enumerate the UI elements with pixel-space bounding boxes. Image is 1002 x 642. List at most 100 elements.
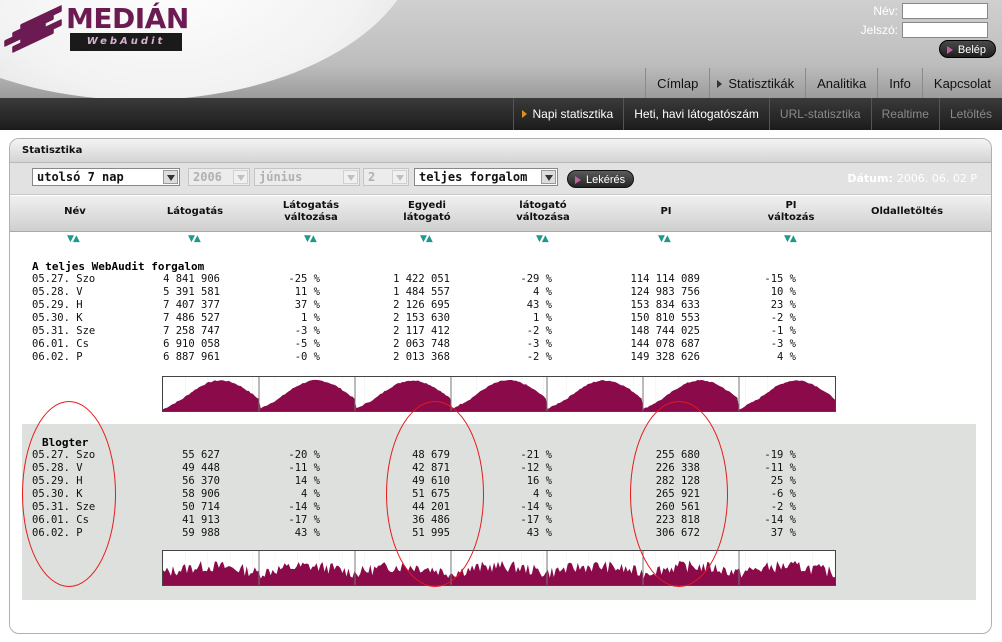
sort-latogatas-valtozasa-icon[interactable]: ▼▲ xyxy=(304,234,317,244)
cell-pi-change: -3 % xyxy=(770,338,796,350)
cell-pi: 223 818 xyxy=(655,514,700,526)
sparkline-svg xyxy=(163,551,835,585)
day-select[interactable]: 2 xyxy=(363,168,409,186)
sort-nev-icon[interactable]: ▼▲ xyxy=(67,234,80,244)
cell-unique-change: -29 % xyxy=(520,273,552,285)
cell-date: 05.31. Sze xyxy=(32,501,96,513)
cell-unique-change: 43 % xyxy=(526,299,552,311)
cell-visits-change: 11 % xyxy=(294,286,320,298)
chevron-down-icon xyxy=(541,170,556,184)
cell-pi-change: -2 % xyxy=(770,312,796,324)
cell-date: 05.30. K xyxy=(32,312,83,324)
cell-visits: 49 448 xyxy=(182,462,220,474)
name-input[interactable] xyxy=(902,3,988,19)
cell-unique: 42 871 xyxy=(412,462,450,474)
cell-unique: 2 153 630 xyxy=(393,312,450,324)
subnav-letoltes[interactable]: Letöltés xyxy=(938,98,1002,130)
cell-date: 05.29. H xyxy=(32,299,83,311)
login-form: Név: Jelszó: Belép xyxy=(861,2,996,58)
col-latogatas[interactable]: Látogatás xyxy=(150,206,240,218)
cell-pi: 282 128 xyxy=(655,475,700,487)
cell-pi: 148 744 025 xyxy=(630,325,700,337)
cell-visits-change: 1 % xyxy=(301,312,320,324)
cell-pi: 265 921 xyxy=(655,488,700,500)
col-egyedi-latogato[interactable]: Egyedi látogató xyxy=(382,200,472,224)
table-row: 05.28. V 49 448 -11 % 42 871 -12 % 226 338 -11… xyxy=(22,462,976,475)
query-button[interactable]: Lekérés xyxy=(567,170,635,188)
cell-date: 05.27. Szo xyxy=(32,273,96,285)
scope-select[interactable]: teljes forgalom xyxy=(414,168,558,186)
sort-pi-icon[interactable]: ▼▲ xyxy=(658,234,671,244)
nav-kapcsolat[interactable]: Kapcsolat xyxy=(921,68,1002,98)
col-pi[interactable]: PI xyxy=(646,206,686,218)
cell-pi: 124 983 756 xyxy=(630,286,700,298)
cell-pi-change: 10 % xyxy=(770,286,796,298)
table-row: 05.31. Sze 7 258 747 -3 % 2 117 412 -2 % 148 … xyxy=(10,325,991,338)
cell-unique: 48 679 xyxy=(412,449,450,461)
sort-egyedi-latogato-icon[interactable]: ▼▲ xyxy=(420,234,433,244)
cell-unique: 36 486 xyxy=(412,514,450,526)
cell-visits: 59 988 xyxy=(182,527,220,539)
chevron-down-icon xyxy=(392,170,407,184)
col-oldalletoltes[interactable]: Oldalletöltés xyxy=(852,206,962,218)
cell-visits: 7 486 527 xyxy=(163,312,220,324)
sort-latogato-valtozasa-icon[interactable]: ▼▲ xyxy=(536,234,549,244)
cell-date: 06.01. Cs xyxy=(32,514,89,526)
cell-unique-change: 43 % xyxy=(526,527,552,539)
cell-pi-change: 4 % xyxy=(777,351,796,363)
group-title: A teljes WebAudit forgalom xyxy=(32,260,205,273)
median-logo[interactable]: MEDIÁN WebAudit xyxy=(4,2,189,54)
subnav-realtime[interactable]: Realtime xyxy=(870,98,939,130)
cell-unique-change: 1 % xyxy=(533,312,552,324)
site-header: MEDIÁN WebAudit Név: Jelszó: Belép Címla… xyxy=(0,0,1002,98)
cell-pi: 260 561 xyxy=(655,501,700,513)
nav-statisztikak[interactable]: Statisztikák xyxy=(709,68,805,98)
table-row: 05.31. Sze 50 714 -14 % 44 201 -14 % 260 561 -… xyxy=(22,501,976,514)
cell-date: 05.28. V xyxy=(32,286,83,298)
col-nev[interactable]: Név xyxy=(48,206,102,218)
cell-pi: 144 078 687 xyxy=(630,338,700,350)
cell-unique-change: -21 % xyxy=(520,449,552,461)
period-select-value: utolsó 7 nap xyxy=(37,170,124,184)
sort-pi-valtozas-icon[interactable]: ▼▲ xyxy=(784,234,797,244)
nav-analitika[interactable]: Analitika xyxy=(805,68,877,98)
cell-unique: 1 484 557 xyxy=(393,286,450,298)
table-row: 05.30. K 7 486 527 1 % 2 153 630 1 % 150 810 … xyxy=(10,312,991,325)
table-row: 05.27. Szo 55 627 -20 % 48 679 -21 % 255 680 -… xyxy=(22,449,976,462)
col-latogato-valtozasa[interactable]: látogató változása xyxy=(498,200,588,224)
subnav-url-statisztika[interactable]: URL-statisztika xyxy=(768,98,871,130)
filter-bar: utolsó 7 nap 2006 június 2 teljes forgal… xyxy=(10,163,991,195)
month-select[interactable]: június xyxy=(254,168,360,186)
cell-date: 05.30. K xyxy=(32,488,83,500)
chevron-down-icon xyxy=(343,170,358,184)
cell-pi: 149 328 626 xyxy=(630,351,700,363)
cell-visits-change: -20 % xyxy=(288,449,320,461)
year-select[interactable]: 2006 xyxy=(188,168,250,186)
cell-visits: 7 407 377 xyxy=(163,299,220,311)
table-row: 05.29. H 7 407 377 37 % 2 126 695 43 % 153 83… xyxy=(10,299,991,312)
col-latogatas-valtozasa[interactable]: Látogatás változása xyxy=(266,200,356,224)
sort-latogatas-icon[interactable]: ▼▲ xyxy=(188,234,201,244)
nav-info[interactable]: Info xyxy=(877,68,922,98)
primary-nav: Címlap Statisztikák Analitika Info Kapcs… xyxy=(0,68,1002,98)
cell-pi-change: -1 % xyxy=(770,325,796,337)
subnav-napi-statisztika[interactable]: Napi statisztika xyxy=(513,98,623,130)
cell-unique-change: -17 % xyxy=(520,514,552,526)
nav-cimlap[interactable]: Címlap xyxy=(645,68,709,98)
col-pi-valtozas[interactable]: PI változás xyxy=(746,200,836,224)
period-select[interactable]: utolsó 7 nap xyxy=(32,168,180,186)
cell-unique-change: 4 % xyxy=(533,286,552,298)
cell-pi-change: 37 % xyxy=(770,527,796,539)
cell-visits-change: 14 % xyxy=(294,475,320,487)
cell-pi-change: -2 % xyxy=(770,501,796,513)
cell-visits: 56 370 xyxy=(182,475,220,487)
login-button[interactable]: Belép xyxy=(938,40,996,58)
password-input[interactable] xyxy=(902,22,988,38)
subnav-heti-havi[interactable]: Heti, havi látogatószám xyxy=(623,98,769,130)
month-select-value: június xyxy=(259,170,303,184)
logo-text: MEDIÁN xyxy=(66,2,189,35)
cell-visits-change: 37 % xyxy=(294,299,320,311)
cell-unique: 51 675 xyxy=(412,488,450,500)
group-blogter: Blogter 05.27. Szo 55 627 -20 % 48 679 -21 %… xyxy=(22,424,976,600)
cell-visits: 6 887 961 xyxy=(163,351,220,363)
